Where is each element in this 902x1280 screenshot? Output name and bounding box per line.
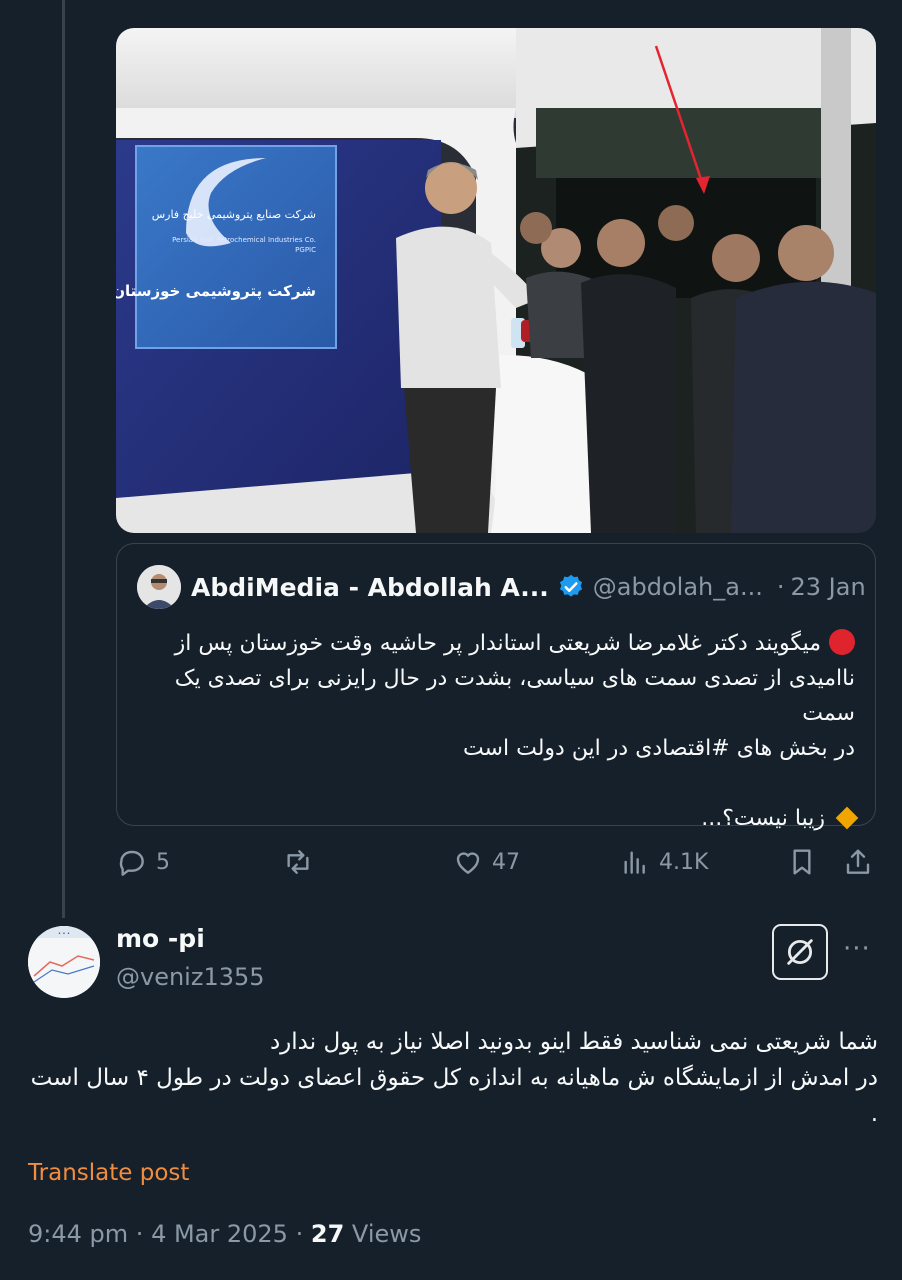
meta-separator: · (295, 1220, 304, 1248)
reply-text-line-3: . (870, 1101, 878, 1127)
quoted-text-line-1: میگویند دکتر غلامرضا شریعتی استاندار پر … (174, 631, 821, 656)
post-metadata: 9:44 pm · 4 Mar 2025 · 27 Views (28, 1220, 421, 1248)
verified-badge-icon (559, 574, 582, 597)
post-views-count: 27 (310, 1220, 345, 1248)
share-button[interactable] (842, 846, 874, 878)
sign-code-text: PGPIC (295, 246, 316, 254)
photo-scene: شرکت صنایع پتروشیمی خلیج فارس Persian Gu… (116, 28, 876, 533)
quoted-post-date[interactable]: 23 Jan (790, 573, 865, 601)
quoted-author-avatar[interactable] (137, 565, 181, 609)
red-circle-icon (829, 629, 855, 655)
orange-diamond-icon (835, 806, 859, 830)
more-options-icon[interactable]: ··· (843, 934, 871, 964)
quoted-post-card[interactable]: AbdiMedia - Abdollah A... @abdolah_a... … (116, 543, 876, 831)
post-photo[interactable]: شرکت صنایع پتروشیمی خلیج فارس Persian Gu… (116, 28, 876, 533)
svg-text:• • •: • • • (58, 931, 70, 937)
post-time[interactable]: 9:44 pm (28, 1220, 128, 1248)
sign-bottom-text: شرکت پتروشیمی خوزستان (116, 282, 316, 301)
reply-author-avatar[interactable]: • • • (28, 926, 100, 998)
views-button[interactable]: 4.1K (619, 846, 708, 878)
translate-post-link[interactable]: Translate post (28, 1160, 189, 1186)
reply-button[interactable]: 5 (116, 846, 170, 878)
quoted-text-last: زیبا نیست؟... (701, 806, 825, 831)
quoted-post-header: AbdiMedia - Abdollah A... @abdolah_a... … (137, 564, 866, 610)
like-icon (456, 852, 480, 874)
repost-button[interactable] (282, 846, 322, 878)
reply-icon (119, 850, 144, 876)
grok-icon (787, 939, 813, 965)
like-button[interactable]: 47 (452, 846, 520, 878)
like-count: 47 (492, 849, 520, 875)
reply-text-line-1: شما شریعتی نمی شناسید فقط اینو بدونید اص… (269, 1029, 878, 1055)
views-count: 4.1K (659, 849, 709, 875)
quoted-text-line-3: در بخش های #اقتصادی در این دولت است (462, 736, 855, 761)
repost-icon (287, 850, 309, 874)
meta-separator: · (135, 1220, 144, 1248)
quoted-author-handle[interactable]: @abdolah_a... (593, 573, 763, 601)
post-action-bar: 5 47 4.1K (116, 846, 882, 888)
sign-english-text: Persian Gulf Petrochemical Industries Co… (172, 236, 316, 244)
reply-author-name[interactable]: mo -pi (116, 924, 205, 953)
quoted-author-name[interactable]: AbdiMedia - Abdollah A... (191, 573, 549, 602)
reply-text-line-2: در امدش از ازمایشگاه ش ماهیانه به اندازه… (30, 1065, 878, 1091)
bookmark-button[interactable] (786, 846, 818, 878)
views-icon (624, 851, 645, 874)
post-date[interactable]: 4 Mar 2025 (151, 1220, 288, 1248)
reply-post-text: شما شریعتی نمی شناسید فقط اینو بدونید اص… (18, 1024, 878, 1132)
bookmark-icon (793, 849, 811, 875)
quoted-text-line-2: ناامیدی از تصدی سمت های سیاسی، بشدت در ح… (174, 666, 855, 726)
quoted-separator: · (776, 573, 785, 601)
thread-connector-line (62, 0, 65, 918)
post-views-label: Views (351, 1220, 422, 1248)
grok-button[interactable] (772, 924, 828, 980)
reply-author-handle[interactable]: @veniz1355 (116, 963, 265, 991)
share-icon (846, 849, 870, 874)
reply-count: 5 (156, 849, 170, 875)
sign-top-text: شرکت صنایع پتروشیمی خلیج فارس (152, 208, 316, 221)
quoted-post-text: میگویند دکتر غلامرضا شریعتی استاندار پر … (135, 626, 859, 836)
